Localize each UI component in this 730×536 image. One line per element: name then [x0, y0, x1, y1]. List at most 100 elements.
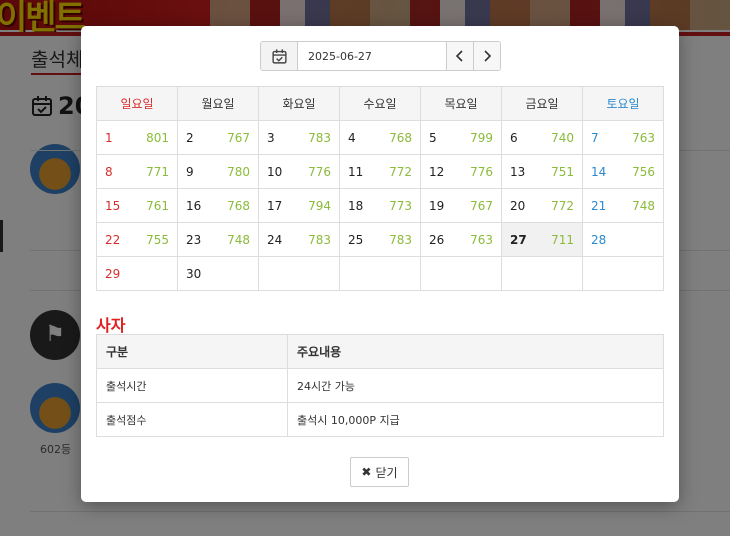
attendance-count: 763	[632, 130, 655, 145]
calendar-day-cell[interactable]: 4 768	[339, 120, 421, 155]
calendar-day-cell[interactable]: 7 763	[582, 120, 664, 155]
calendar-day-number: 28	[591, 232, 607, 247]
calendar-empty-cell	[501, 256, 583, 291]
attendance-count: 776	[470, 164, 493, 179]
calendar-day-cell[interactable]: 24 783	[258, 222, 340, 257]
attendance-count: 751	[551, 164, 574, 179]
calendar-day-cell[interactable]: 14 756	[582, 154, 664, 189]
calendar-day-cell[interactable]: 13 751	[501, 154, 583, 189]
calendar-day-cell[interactable]: 1 801	[96, 120, 178, 155]
calendar-day-cell[interactable]: 29	[96, 256, 178, 291]
calendar-day-number: 14	[591, 164, 607, 179]
close-button[interactable]: ✖ 닫기	[350, 457, 409, 487]
calendar-day-cell[interactable]: 27 711	[501, 222, 583, 257]
calendar-day-number: 26	[429, 232, 445, 247]
calendar-check-icon	[271, 48, 287, 64]
weekday-header: 목요일	[420, 86, 502, 121]
info-section-title: 사자	[96, 316, 126, 335]
calendar-day-cell[interactable]: 10 776	[258, 154, 340, 189]
calendar-day-number: 27	[510, 232, 527, 247]
close-icon: ✖	[361, 465, 372, 479]
attendance-count: 783	[308, 130, 331, 145]
calendar-day-cell[interactable]: 18 773	[339, 188, 421, 223]
attendance-count: 783	[389, 232, 412, 247]
calendar-week-row: 8 771 9 780 10 776 11 772 12 776 13 751 14 756	[96, 154, 664, 189]
calendar-day-cell[interactable]: 25 783	[339, 222, 421, 257]
attendance-count: 756	[632, 164, 655, 179]
calendar-day-cell[interactable]: 23 748	[177, 222, 259, 257]
calendar-day-number: 1	[105, 130, 113, 145]
calendar-day-number: 10	[267, 164, 283, 179]
attendance-count: 767	[227, 130, 250, 145]
info-header: 구분	[96, 334, 288, 369]
calendar-day-number: 30	[186, 266, 202, 281]
calendar-day-number: 24	[267, 232, 283, 247]
calendar-day-number: 25	[348, 232, 364, 247]
calendar-day-cell[interactable]: 28	[582, 222, 664, 257]
calendar-day-cell[interactable]: 9 780	[177, 154, 259, 189]
weekday-header: 일요일	[96, 86, 178, 121]
weekday-header: 금요일	[501, 86, 583, 121]
calendar-day-cell[interactable]: 20 772	[501, 188, 583, 223]
calendar-week-row: 1 801 2 767 3 783 4 768 5 799 6 740 7 763	[96, 120, 664, 155]
calendar-day-cell[interactable]: 21 748	[582, 188, 664, 223]
info-header: 주요내용	[287, 334, 664, 369]
weekday-header-row: 일요일 월요일 화요일 수요일 목요일 금요일 토요일	[96, 86, 664, 121]
calendar-empty-cell	[339, 256, 421, 291]
calendar-empty-cell	[258, 256, 340, 291]
calendar-day-number: 22	[105, 232, 121, 247]
attendance-count: 801	[146, 130, 169, 145]
calendar-day-cell[interactable]: 16 768	[177, 188, 259, 223]
attendance-count: 780	[227, 164, 250, 179]
calendar-day-cell[interactable]: 3 783	[258, 120, 340, 155]
calendar-day-number: 5	[429, 130, 437, 145]
attendance-count: 783	[308, 232, 331, 247]
calendar-day-number: 3	[267, 130, 275, 145]
calendar-empty-cell	[582, 256, 664, 291]
calendar-day-number: 9	[186, 164, 194, 179]
attendance-count: 771	[146, 164, 169, 179]
calendar-day-cell[interactable]: 30	[177, 256, 259, 291]
next-month-button[interactable]	[473, 42, 500, 70]
calendar-day-number: 13	[510, 164, 526, 179]
calendar-button[interactable]	[261, 42, 298, 70]
calendar-day-cell[interactable]: 26 763	[420, 222, 502, 257]
calendar-day-number: 8	[105, 164, 113, 179]
calendar-day-cell[interactable]: 19 767	[420, 188, 502, 223]
calendar-day-cell[interactable]: 8 771	[96, 154, 178, 189]
calendar-day-cell[interactable]: 11 772	[339, 154, 421, 189]
calendar-day-cell[interactable]: 12 776	[420, 154, 502, 189]
calendar-day-number: 15	[105, 198, 121, 213]
info-value: 출석시 10,000P 지급	[287, 402, 664, 437]
date-input[interactable]	[298, 42, 446, 70]
attendance-count: 767	[470, 198, 493, 213]
calendar-week-row: 29 30	[96, 256, 664, 291]
weekday-header: 화요일	[258, 86, 340, 121]
calendar-day-cell[interactable]: 2 767	[177, 120, 259, 155]
weekday-header: 월요일	[177, 86, 259, 121]
attendance-count: 768	[227, 198, 250, 213]
attendance-count: 772	[389, 164, 412, 179]
calendar-day-cell[interactable]: 22 755	[96, 222, 178, 257]
info-label: 출석점수	[96, 402, 288, 437]
calendar-day-cell[interactable]: 17 794	[258, 188, 340, 223]
calendar-day-number: 21	[591, 198, 607, 213]
info-label: 출석시간	[96, 368, 288, 403]
weekday-header: 수요일	[339, 86, 421, 121]
date-picker	[260, 41, 501, 71]
attendance-count: 794	[308, 198, 331, 213]
calendar-day-cell[interactable]: 6 740	[501, 120, 583, 155]
attendance-count: 776	[308, 164, 331, 179]
attendance-count: 748	[632, 198, 655, 213]
calendar-day-cell[interactable]: 5 799	[420, 120, 502, 155]
calendar-week-row: 22 755 23 748 24 783 25 783 26 763 27 711 28	[96, 222, 664, 257]
calendar-day-number: 12	[429, 164, 445, 179]
prev-month-button[interactable]	[446, 42, 473, 70]
calendar-day-cell[interactable]: 15 761	[96, 188, 178, 223]
info-header-row: 구분 주요내용	[96, 334, 664, 369]
weekday-header: 토요일	[582, 86, 664, 121]
calendar-day-number: 23	[186, 232, 202, 247]
calendar-day-number: 20	[510, 198, 526, 213]
attendance-count: 748	[227, 232, 250, 247]
attendance-count: 755	[146, 232, 169, 247]
